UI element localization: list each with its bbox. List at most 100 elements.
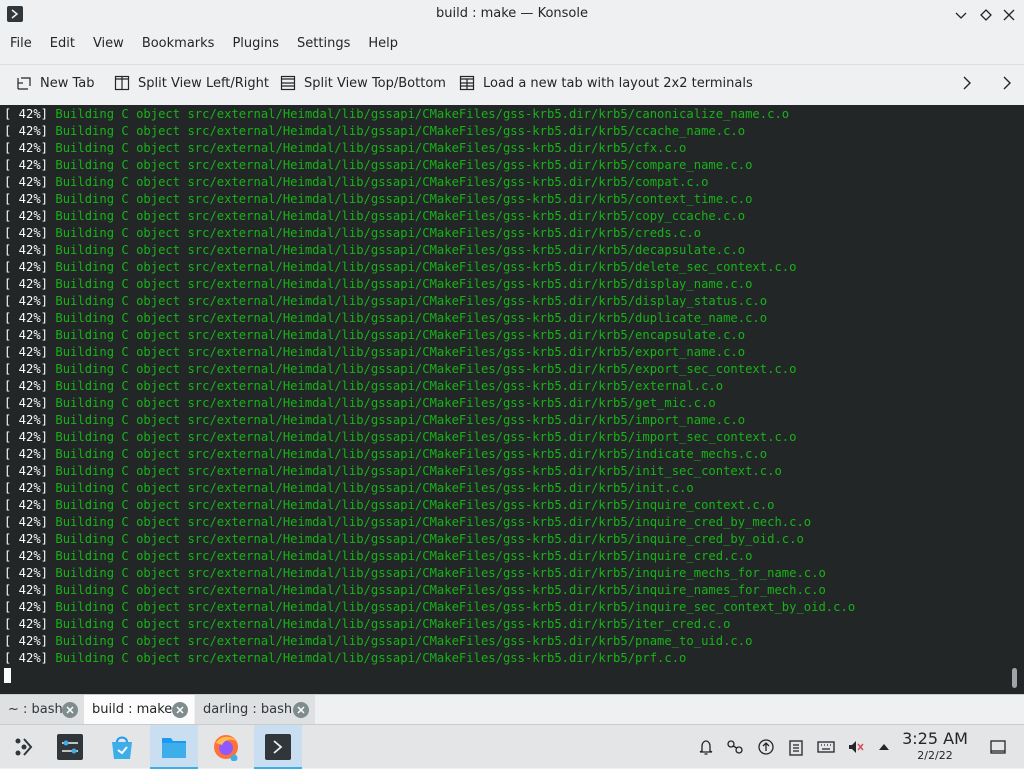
build-message: Building C object src/external/Heimdal/l… bbox=[55, 532, 804, 546]
layout-icon bbox=[458, 74, 476, 92]
build-message: Building C object src/external/Heimdal/l… bbox=[55, 277, 753, 291]
close-tab-icon[interactable] bbox=[293, 702, 309, 718]
build-message: Building C object src/external/Heimdal/l… bbox=[55, 413, 746, 427]
clock-time[interactable]: 3:25 AM bbox=[895, 729, 975, 748]
split-top-bottom-label: Split View Top/Bottom bbox=[304, 75, 446, 91]
terminal-line: [ 42%] Building C object src/external/He… bbox=[4, 616, 730, 633]
build-progress: [ 42%] bbox=[4, 532, 56, 546]
menu-edit[interactable]: Edit bbox=[41, 32, 84, 58]
clipboard-icon[interactable] bbox=[787, 738, 805, 756]
build-progress: [ 42%] bbox=[4, 345, 56, 359]
toolbar: New Tab Split View Left/Right Split View… bbox=[0, 64, 1024, 100]
close-window-button[interactable] bbox=[1000, 6, 1018, 24]
updates-icon[interactable] bbox=[757, 738, 775, 756]
build-message: Building C object src/external/Heimdal/l… bbox=[55, 192, 753, 206]
discover-store-icon[interactable] bbox=[98, 725, 146, 769]
terminal-line: [ 42%] Building C object src/external/He… bbox=[4, 463, 782, 480]
terminal-line: [ 42%] Building C object src/external/He… bbox=[4, 225, 701, 242]
file-manager-icon[interactable] bbox=[150, 725, 198, 769]
build-message: Building C object src/external/Heimdal/l… bbox=[55, 362, 797, 376]
terminal-line: [ 42%] Building C object src/external/He… bbox=[4, 446, 767, 463]
tab-build-make[interactable]: build : make bbox=[84, 695, 194, 724]
close-tab-icon[interactable] bbox=[62, 702, 78, 718]
terminal-line: [ 42%] Building C object src/external/He… bbox=[4, 378, 723, 395]
build-message: Building C object src/external/Heimdal/l… bbox=[55, 107, 790, 121]
build-progress: [ 42%] bbox=[4, 362, 56, 376]
notifications-icon[interactable] bbox=[697, 738, 715, 756]
build-progress: [ 42%] bbox=[4, 124, 56, 138]
terminal-line: [ 42%] Building C object src/external/He… bbox=[4, 106, 789, 123]
menu-settings[interactable]: Settings bbox=[288, 32, 359, 58]
toolbar-more-icon[interactable] bbox=[958, 74, 976, 92]
terminal-line: [ 42%] Building C object src/external/He… bbox=[4, 599, 855, 616]
tab-label: build : make bbox=[92, 702, 173, 717]
show-desktop-icon[interactable] bbox=[989, 738, 1007, 756]
menu-help[interactable]: Help bbox=[359, 32, 407, 58]
split-left-right-label: Split View Left/Right bbox=[138, 75, 270, 91]
load-layout-button[interactable]: Load a new tab with layout 2x2 terminals bbox=[458, 72, 753, 94]
terminal-line: [ 42%] Building C object src/external/He… bbox=[4, 361, 796, 378]
new-tab-label: New Tab bbox=[40, 75, 95, 91]
build-progress: [ 42%] bbox=[4, 243, 56, 257]
build-message: Building C object src/external/Heimdal/l… bbox=[55, 209, 746, 223]
build-progress: [ 42%] bbox=[4, 260, 56, 274]
konsole-icon[interactable] bbox=[254, 725, 302, 769]
menu-bar: File Edit View Bookmarks Plugins Setting… bbox=[0, 32, 1024, 58]
close-tab-icon[interactable] bbox=[172, 702, 188, 718]
terminal-scrollbar[interactable] bbox=[1012, 668, 1017, 688]
terminal-line: [ 42%] Building C object src/external/He… bbox=[4, 514, 811, 531]
terminal-line: [ 42%] Building C object src/external/He… bbox=[4, 208, 745, 225]
terminal-view[interactable]: [ 42%] Building C object src/external/He… bbox=[0, 105, 1024, 694]
split-left-right-icon bbox=[113, 74, 131, 92]
tab-bar: ~ : bash build : make darling : bash bbox=[0, 694, 1024, 724]
build-message: Building C object src/external/Heimdal/l… bbox=[55, 617, 731, 631]
volume-muted-icon[interactable] bbox=[847, 738, 865, 756]
kde-connect-icon[interactable] bbox=[726, 738, 744, 756]
terminal-line: [ 42%] Building C object src/external/He… bbox=[4, 344, 745, 361]
clock-date[interactable]: 2/2/22 bbox=[895, 749, 975, 762]
firefox-icon[interactable] bbox=[202, 725, 250, 769]
maximize-button[interactable] bbox=[977, 6, 995, 24]
terminal-line: [ 42%] Building C object src/external/He… bbox=[4, 531, 804, 548]
terminal-line: [ 42%] Building C object src/external/He… bbox=[4, 293, 767, 310]
split-left-right-button[interactable]: Split View Left/Right bbox=[113, 72, 269, 94]
build-progress: [ 42%] bbox=[4, 651, 56, 665]
tab-darling-bash[interactable]: darling : bash bbox=[195, 695, 315, 724]
build-progress: [ 42%] bbox=[4, 549, 56, 563]
terminal-line: [ 42%] Building C object src/external/He… bbox=[4, 276, 752, 293]
build-progress: [ 42%] bbox=[4, 175, 56, 189]
build-progress: [ 42%] bbox=[4, 209, 56, 223]
minimize-button[interactable] bbox=[952, 6, 970, 24]
terminal-line: [ 42%] Building C object src/external/He… bbox=[4, 123, 745, 140]
build-message: Building C object src/external/Heimdal/l… bbox=[55, 498, 775, 512]
system-settings-icon[interactable] bbox=[46, 725, 94, 769]
build-message: Building C object src/external/Heimdal/l… bbox=[55, 124, 746, 138]
build-message: Building C object src/external/Heimdal/l… bbox=[55, 226, 702, 240]
menu-bookmarks[interactable]: Bookmarks bbox=[133, 32, 224, 58]
build-message: Building C object src/external/Heimdal/l… bbox=[55, 328, 746, 342]
menu-plugins[interactable]: Plugins bbox=[223, 32, 288, 58]
keyboard-icon[interactable] bbox=[817, 738, 835, 756]
build-message: Building C object src/external/Heimdal/l… bbox=[55, 634, 753, 648]
application-launcher-icon[interactable] bbox=[0, 725, 48, 769]
build-progress: [ 42%] bbox=[4, 515, 56, 529]
terminal-line: [ 42%] Building C object src/external/He… bbox=[4, 327, 745, 344]
terminal-line: [ 42%] Building C object src/external/He… bbox=[4, 633, 752, 650]
tab-home-bash[interactable]: ~ : bash bbox=[0, 695, 84, 724]
menu-view[interactable]: View bbox=[84, 32, 133, 58]
terminal-line: [ 42%] Building C object src/external/He… bbox=[4, 582, 826, 599]
build-message: Building C object src/external/Heimdal/l… bbox=[55, 294, 768, 308]
new-tab-button[interactable]: New Tab bbox=[15, 72, 95, 94]
menu-file[interactable]: File bbox=[1, 32, 41, 58]
build-progress: [ 42%] bbox=[4, 379, 56, 393]
toolbar-overflow-icon[interactable] bbox=[998, 74, 1016, 92]
build-progress: [ 42%] bbox=[4, 141, 56, 155]
split-top-bottom-button[interactable]: Split View Top/Bottom bbox=[279, 72, 446, 94]
split-top-bottom-icon bbox=[279, 74, 297, 92]
terminal-cursor bbox=[4, 668, 11, 683]
build-progress: [ 42%] bbox=[4, 617, 56, 631]
terminal-line: [ 42%] Building C object src/external/He… bbox=[4, 548, 752, 565]
tray-expand-icon[interactable] bbox=[875, 738, 893, 756]
build-progress: [ 42%] bbox=[4, 481, 56, 495]
window-title: build : make — Konsole bbox=[436, 6, 588, 21]
